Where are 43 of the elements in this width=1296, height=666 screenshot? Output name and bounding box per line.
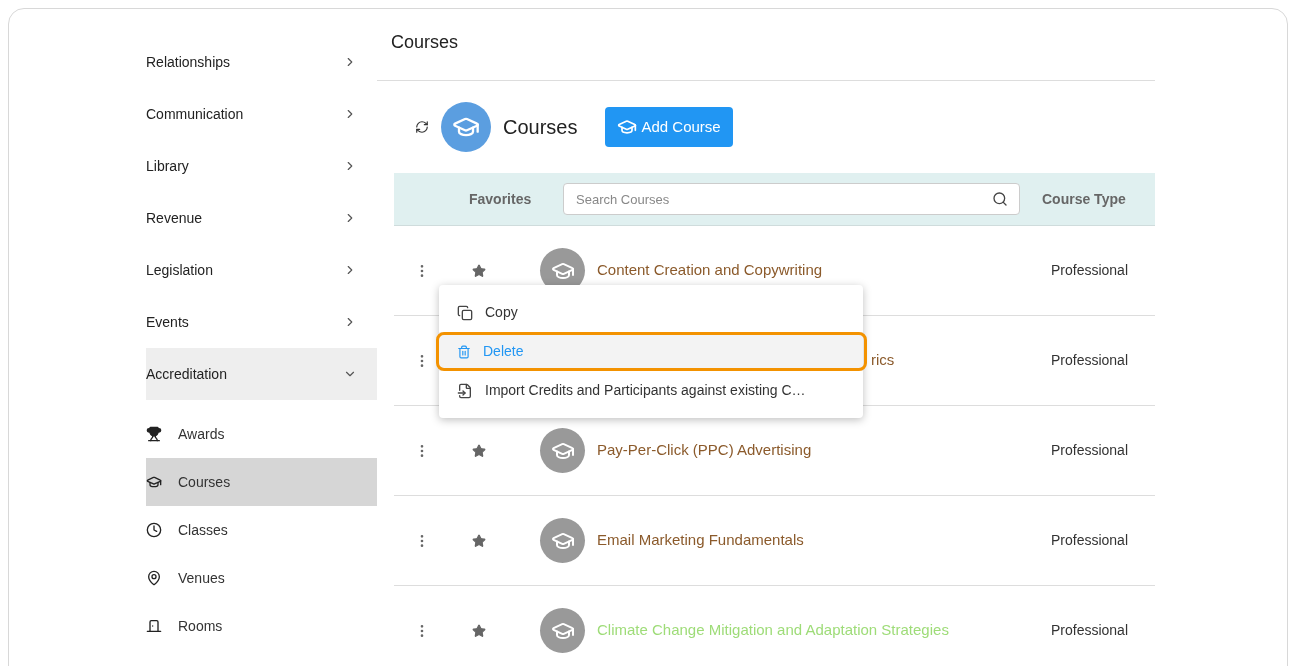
course-title-link[interactable]: rics [871, 349, 895, 372]
sidebar-item[interactable]: Venues [146, 554, 377, 602]
search-field[interactable]: Search Courses [563, 183, 1020, 215]
sidebar-section[interactable]: Accreditation [146, 348, 377, 400]
course-type: Professional [1050, 351, 1128, 370]
graduation-cap-icon [617, 117, 638, 137]
sidebar-item[interactable]: Courses [146, 458, 377, 506]
search-icon [992, 191, 1008, 207]
star-icon[interactable] [472, 443, 486, 458]
sidebar-item[interactable]: Rooms [146, 602, 377, 650]
toolbar-title: Courses [503, 115, 578, 140]
file-import-icon [457, 382, 473, 399]
copy-icon [457, 304, 473, 321]
trash-icon [457, 344, 471, 359]
menu-item[interactable]: Copy [439, 293, 863, 332]
star-icon[interactable] [472, 263, 486, 278]
star-icon[interactable] [472, 533, 486, 548]
course-title-link[interactable]: Pay-Per-Click (PPC) Advertising [597, 439, 812, 462]
sidebar-section[interactable]: Events [146, 296, 377, 348]
sidebar-section[interactable]: Communication [146, 88, 377, 140]
map-pin-icon [146, 570, 162, 586]
clock-icon [146, 522, 162, 538]
sidebar-section[interactable]: Relationships [146, 36, 377, 88]
course-type: Professional [1050, 531, 1128, 550]
door-icon [146, 618, 162, 634]
page-title: Courses [391, 31, 459, 54]
column-header: Favorites [469, 189, 533, 209]
course-type: Professional [1050, 621, 1128, 640]
trophy-icon [146, 426, 162, 442]
course-title-link[interactable]: Content Creation and Copywriting [597, 259, 823, 282]
sidebar-item[interactable]: Awards [146, 410, 377, 458]
course-type: Professional [1050, 261, 1128, 280]
course-title-link[interactable]: Email Marketing Fundamentals [597, 529, 804, 552]
sidebar-section[interactable]: Legislation [146, 244, 377, 296]
graduation-cap-icon [146, 474, 162, 490]
menu-item[interactable]: Import Credits and Participants against existing C… [439, 371, 863, 410]
sidebar-item[interactable]: Classes [146, 506, 377, 554]
column-header: Course Type [1042, 189, 1126, 209]
course-type: Professional [1050, 441, 1128, 460]
sidebar-section[interactable]: Library [146, 140, 377, 192]
sidebar-section[interactable]: Revenue [146, 192, 377, 244]
star-icon[interactable] [472, 623, 486, 638]
refresh-icon[interactable] [415, 120, 429, 134]
